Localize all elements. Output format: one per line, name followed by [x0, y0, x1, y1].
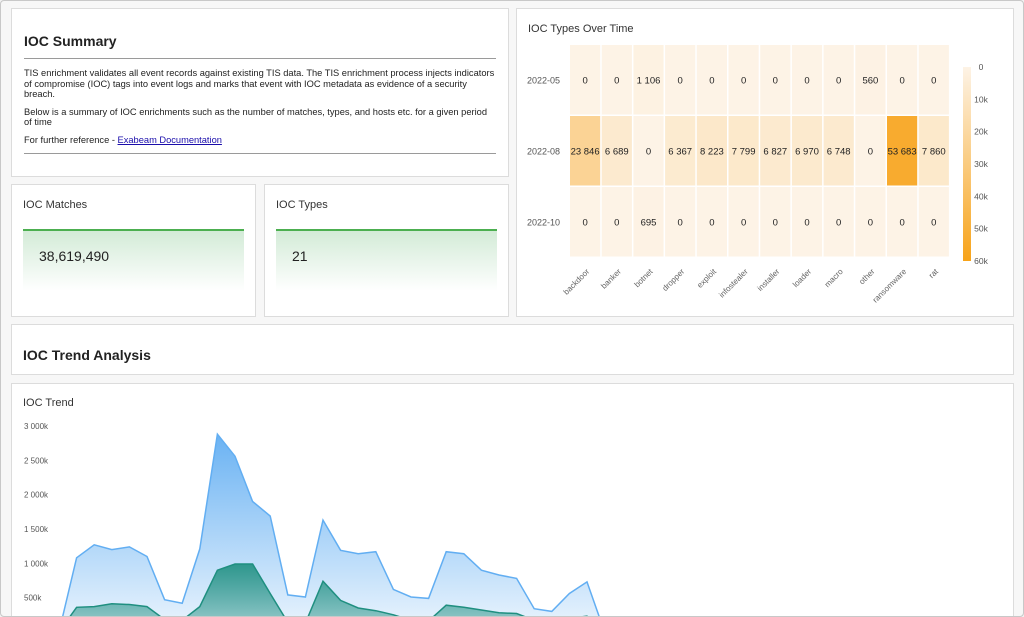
- ioc-types-title: IOC Types: [276, 199, 328, 211]
- heatmap-colorbar: [963, 67, 971, 261]
- heatmap-col-label: other: [857, 267, 876, 286]
- heatmap-cell-label: 7 799: [732, 147, 756, 158]
- ioc-summary-title: IOC Summary: [24, 33, 117, 49]
- heatmap-cell-label: 53 683: [888, 147, 917, 158]
- colorbar-tick-label: 40k: [974, 191, 988, 201]
- colorbar-tick-label: 30k: [974, 159, 988, 169]
- heatmap-cell-label: 0: [582, 76, 587, 87]
- trend-y-tick-label: 2 500k: [24, 456, 49, 465]
- ioc-trend-panel: IOC Trend 3 000k 2 500k 2 000k 1 500k 1 000k…: [11, 383, 1014, 616]
- ioc-types-value: 21: [292, 248, 308, 264]
- ioc-trend-analysis-title: IOC Trend Analysis: [23, 347, 151, 363]
- heatmap-cell-label: 0: [709, 76, 714, 87]
- heatmap-cell-label: 6 748: [827, 147, 851, 158]
- heatmap-col-label: botnet: [633, 267, 656, 290]
- divider: [24, 153, 496, 154]
- heatmap-cell-label: 560: [862, 76, 878, 87]
- heatmap-cell-label: 8 223: [700, 147, 724, 158]
- trend-y-tick-label: 1 000k: [24, 559, 49, 568]
- heatmap-col-label: ransomware: [871, 267, 909, 305]
- ioc-matches-value-box: 38,619,490: [23, 229, 244, 291]
- heatmap-cell-label: 6 689: [605, 147, 629, 158]
- summary-note: Below is a summary of IOC enrichments su…: [24, 106, 487, 128]
- ioc-matches-panel: IOC Matches 38,619,490: [11, 184, 256, 317]
- ioc-summary-panel: IOC Summary TIS enrichment validates all…: [11, 8, 509, 177]
- heatmap-cell-label: 0: [804, 218, 809, 229]
- heatmap-cell-label: 0: [646, 147, 651, 158]
- heatmap-cell-label: 0: [868, 147, 873, 158]
- heatmap-col-label: infostealer: [717, 267, 750, 300]
- dashboard: IOC Summary TIS enrichment validates all…: [0, 0, 1024, 617]
- heatmap-cell-label: 0: [678, 218, 683, 229]
- heatmap-cell-label: 0: [709, 218, 714, 229]
- summary-description: TIS enrichment validates all event recor…: [24, 68, 495, 99]
- ioc-trend-analysis-panel: IOC Trend Analysis: [11, 324, 1014, 375]
- heatmap-chart: 2022-05 0 0 1 106 0 0 0 0 0 0 560 0 0 2022-08 23 846 6 …: [527, 45, 989, 305]
- heatmap-cell-label: 1 106: [637, 76, 661, 87]
- heatmap-col-label: backdoor: [562, 267, 592, 297]
- heatmap-cell-label: 0: [899, 218, 904, 229]
- heatmap-cell-label: 0: [804, 76, 809, 87]
- heatmap-cell-label: 0: [931, 76, 936, 87]
- heatmap-col-label: dropper: [660, 267, 686, 293]
- ioc-types-over-time-panel: IOC Types Over Time 2022-05 0 0 1 106 0 0 0 0 0 0…: [516, 8, 1014, 317]
- heatmap-cell-label: 7 860: [922, 147, 946, 158]
- heatmap-cell-label: 0: [614, 76, 619, 87]
- ioc-types-value-box: 21: [276, 229, 497, 291]
- heatmap-cell-label: 0: [678, 76, 683, 87]
- heatmap-row-label: 2022-05: [527, 76, 560, 86]
- heatmap-cell-label: 6 827: [763, 147, 787, 158]
- divider: [24, 58, 496, 59]
- colorbar-tick-label: 20k: [974, 127, 988, 137]
- heatmap-col-label: exploit: [695, 267, 718, 290]
- heatmap-cell-label: 6 970: [795, 147, 819, 158]
- heatmap-col-label: banker: [599, 267, 623, 291]
- heatmap-cell-label: 0: [899, 76, 904, 87]
- colorbar-tick-label: 0: [979, 62, 984, 72]
- heatmap-col-label: macro: [823, 267, 845, 289]
- heatmap-cell-label: 0: [614, 218, 619, 229]
- heatmap-row-label: 2022-10: [527, 218, 560, 228]
- reference-prefix: For further reference -: [24, 134, 118, 145]
- colorbar-tick-label: 10k: [974, 94, 988, 104]
- ioc-types-panel: IOC Types 21: [264, 184, 509, 317]
- heatmap-col-label: installer: [756, 267, 782, 293]
- heatmap-row-label: 2022-08: [527, 147, 560, 157]
- heatmap-cell-label: 0: [773, 76, 778, 87]
- exabeam-documentation-link[interactable]: Exabeam Documentation: [118, 135, 222, 145]
- colorbar-tick-label: 60k: [974, 256, 988, 266]
- heatmap-col-label: loader: [791, 267, 813, 289]
- heatmap-cell-label: 695: [641, 218, 657, 229]
- heatmap-cell-label: 0: [741, 76, 746, 87]
- heatmap-cell-label: 23 846: [571, 147, 600, 158]
- heatmap-cell-label: 6 367: [668, 147, 692, 158]
- heatmap-cell-label: 0: [741, 218, 746, 229]
- heatmap-cell-label: 0: [582, 218, 587, 229]
- ioc-matches-title: IOC Matches: [23, 199, 88, 211]
- colorbar-tick-label: 50k: [974, 224, 988, 234]
- ioc-matches-value: 38,619,490: [39, 248, 110, 264]
- summary-reference: For further reference - Exabeam Document…: [24, 135, 496, 146]
- heatmap-col-label: rat: [927, 267, 941, 281]
- heatmap-cell-label: 0: [836, 218, 841, 229]
- trend-y-tick-label: 3 000k: [24, 422, 49, 431]
- trend-y-tick-label: 1 500k: [24, 525, 49, 534]
- heatmap-cell-label: 0: [931, 218, 936, 229]
- heatmap-cell-label: 0: [773, 218, 778, 229]
- trend-chart: 3 000k 2 500k 2 000k 1 500k 1 000k 500k: [24, 422, 600, 616]
- trend-y-tick-label: 2 000k: [24, 491, 49, 500]
- heatmap-cell-label: 0: [868, 218, 873, 229]
- heatmap-cell-label: 0: [836, 76, 841, 87]
- trend-y-tick-label: 500k: [24, 594, 42, 603]
